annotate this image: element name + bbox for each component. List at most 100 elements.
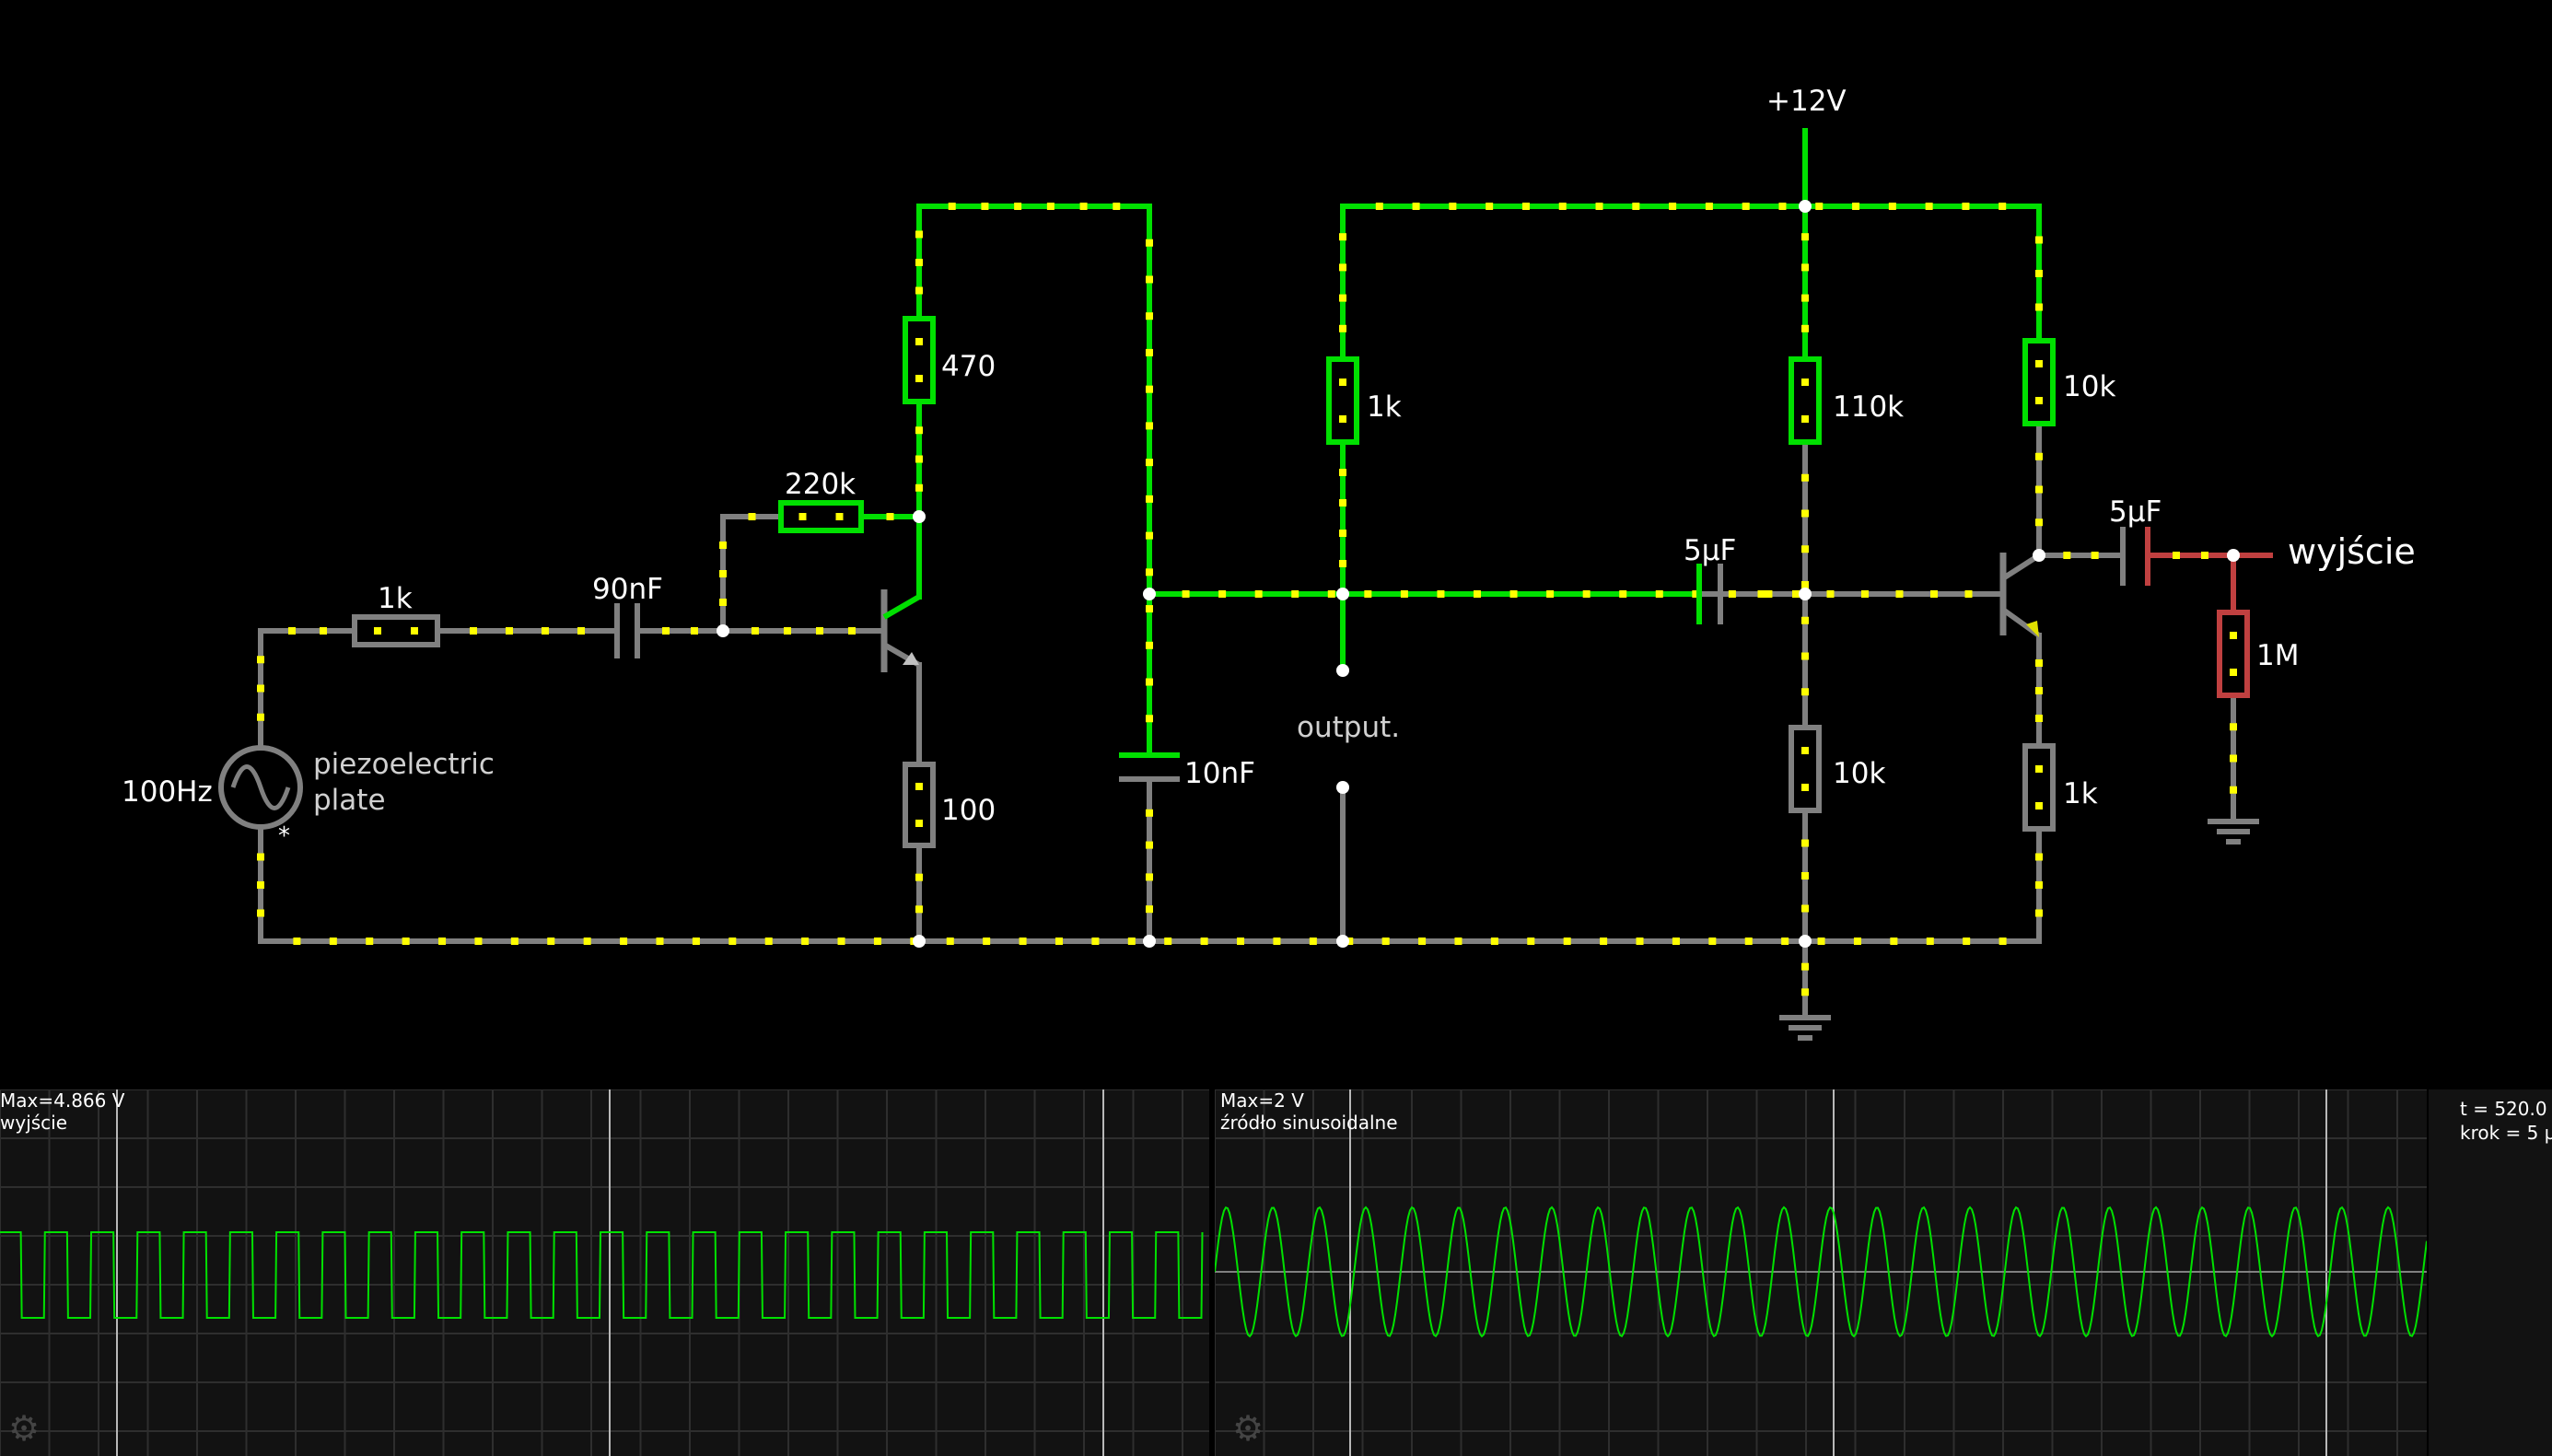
current-dot <box>1998 938 2007 945</box>
current-dot <box>915 259 923 266</box>
current-dot <box>1237 938 1245 945</box>
resistor-r-bias-top <box>1789 356 1822 445</box>
current-dot <box>1792 590 1800 598</box>
current-dot <box>1146 905 1153 914</box>
current-dot <box>374 627 381 635</box>
current-dot <box>2035 659 2043 667</box>
current-dot <box>848 627 856 635</box>
current-dot <box>2035 881 2043 889</box>
current-dot <box>1339 324 1346 332</box>
current-dot <box>1632 203 1640 210</box>
current-dot <box>1437 590 1445 598</box>
current-dot <box>1801 988 1809 996</box>
current-dot <box>1182 590 1190 598</box>
current-dot <box>329 938 337 945</box>
c-out-label: 5µF <box>2109 495 2162 529</box>
current-dot <box>1339 379 1346 386</box>
scope-source[interactable]: Max=2 V źródło sinusoidalne ⚙ <box>1215 1089 2427 1456</box>
wires <box>258 128 2273 1020</box>
current-dot <box>320 627 327 635</box>
current-dot <box>1146 422 1153 430</box>
resistor-r-emitter2 <box>2022 743 2056 832</box>
scope-output-max: Max=4.866 V <box>0 1089 125 1112</box>
current-dot <box>915 873 923 881</box>
scope-output[interactable]: Max=4.866 V wyjście ⚙ <box>0 1089 1209 1456</box>
gear-icon[interactable]: ⚙ <box>6 1410 42 1447</box>
r-bias-top-label: 110k <box>1833 390 1904 424</box>
current-dot <box>1853 938 1861 945</box>
current-dot <box>1339 263 1346 272</box>
current-dot <box>1146 495 1153 503</box>
current-dot <box>470 627 477 635</box>
circuit-canvas[interactable]: +12V 1k 90nF 220k 470 100 10nF 1k output… <box>0 0 2552 1089</box>
current-dot <box>2201 552 2208 559</box>
current-dot <box>1655 590 1663 598</box>
r-load-label: 1M <box>2256 639 2299 672</box>
current-dot <box>1091 938 1100 945</box>
current-dot <box>719 542 727 549</box>
r-emitter2-label: 1k <box>2063 777 2098 810</box>
current-dot <box>1801 379 1809 386</box>
gear-icon[interactable]: ⚙ <box>1229 1410 1266 1447</box>
current-dot <box>257 713 264 721</box>
transistor-q1-collector <box>882 594 921 620</box>
current-dot <box>946 938 954 945</box>
current-dot <box>474 938 483 945</box>
resistor-r-emitter1 <box>903 762 936 848</box>
current-dot <box>402 938 410 945</box>
current-dots <box>257 203 2237 996</box>
current-dot <box>1418 938 1427 945</box>
current-dot <box>2230 632 2237 639</box>
current-dot <box>1826 590 1835 598</box>
current-dot <box>816 627 823 635</box>
current-dot <box>1146 312 1153 320</box>
current-dot <box>1801 324 1809 332</box>
simulation-info: t = 520.0 krok = 5 µ <box>2429 1089 2552 1456</box>
current-dot <box>1558 203 1567 210</box>
current-dot <box>1014 203 1022 210</box>
current-dot <box>1400 590 1408 598</box>
current-dot <box>1817 938 1825 945</box>
current-dot <box>1926 938 1934 945</box>
r-collector1-label: 470 <box>941 350 996 383</box>
r-in-label: 1k <box>378 582 413 615</box>
current-dot <box>748 513 756 520</box>
current-dot <box>886 513 894 520</box>
components[interactable] <box>218 316 2259 1041</box>
current-dot <box>1412 203 1420 210</box>
current-dot <box>1963 938 1971 945</box>
current-dot <box>1801 652 1809 660</box>
current-dot <box>1801 415 1809 423</box>
c-filter-label: 10nF <box>1184 757 1255 790</box>
current-dot <box>1327 590 1335 598</box>
current-dot <box>1672 938 1680 945</box>
current-dot <box>1339 233 1346 241</box>
r-fb-label: 220k <box>785 468 856 501</box>
current-dot <box>1669 203 1677 210</box>
r-collector2-label: 10k <box>2063 370 2115 403</box>
current-dot <box>915 783 923 790</box>
current-dot <box>2063 552 2071 559</box>
current-dot <box>801 938 810 945</box>
current-dot <box>1339 294 1346 302</box>
current-dot <box>1146 641 1153 649</box>
current-dot <box>1127 938 1136 945</box>
junction-node <box>1799 935 1812 948</box>
current-dot <box>1801 294 1809 302</box>
current-dot <box>1815 203 1824 210</box>
current-dot <box>691 627 698 635</box>
source-marker: * <box>278 822 290 850</box>
current-dot <box>1339 499 1346 507</box>
current-dot <box>2035 303 2043 311</box>
current-dot <box>1146 348 1153 356</box>
current-dot <box>1801 581 1809 588</box>
current-dot <box>1757 590 1765 598</box>
current-dot <box>1291 590 1299 598</box>
current-dot <box>1146 531 1153 540</box>
current-dot <box>1801 872 1809 879</box>
current-dot <box>1801 784 1809 791</box>
current-dot <box>719 599 727 606</box>
current-dot <box>752 627 759 635</box>
current-dot <box>873 938 881 945</box>
current-dot <box>915 286 923 295</box>
